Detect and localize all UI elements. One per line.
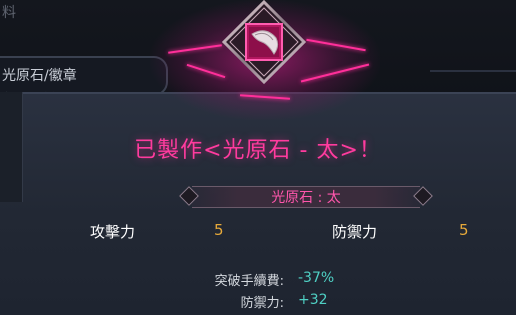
item-name-banner: 光原石 : 太 [179,182,433,210]
bonus-fee-label: 突破手續費: [214,274,284,289]
light-gem-crest-icon [222,0,306,84]
background-divider [430,70,516,72]
stat-attack-value: 5 [214,221,224,239]
stat-defense-value: 5 [459,221,469,239]
bonus-defense-value: +32 [298,292,328,308]
craft-result-title: 已製作<光原石 - 太>！ [134,138,382,163]
bonus-defense-label: 防禦力: [240,296,284,311]
background-tab-label: 料 [2,5,16,21]
stat-attack-label: 攻擊力 [90,223,136,241]
stat-defense-label: 防禦力 [332,223,378,241]
bonus-fee-value: -37% [298,270,335,286]
item-name: 光原石 : 太 [271,190,341,206]
background-list-item-label: 光原石/徽章 [2,68,77,84]
